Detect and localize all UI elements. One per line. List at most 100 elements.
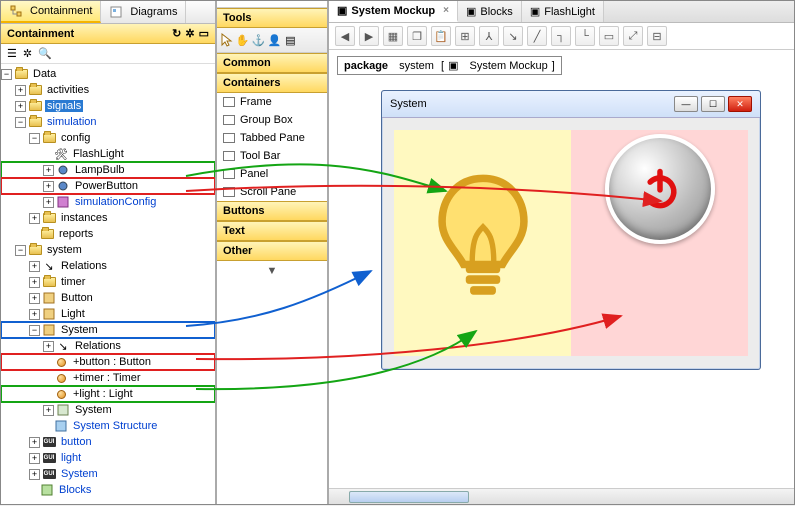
power-button[interactable] [605,134,715,244]
collapse-toggle[interactable]: − [15,117,26,128]
palette-section-common[interactable]: Common [217,53,327,73]
expand-toggle[interactable]: + [29,437,40,448]
palette-item-toolbar[interactable]: Tool Bar [217,147,327,165]
gear-icon[interactable]: ✲ [185,27,194,40]
collapse-toggle[interactable]: − [1,69,12,80]
line1-button[interactable]: ╱ [527,26,547,46]
chevron-down-icon[interactable]: ▼ [217,261,327,281]
tree-node-light[interactable]: +Light [1,306,215,322]
search-icon[interactable]: 🔍 [38,47,52,60]
tree-node-data[interactable]: −Data [1,66,215,82]
rect-button[interactable]: ▭ [599,26,619,46]
tree-node-lampbulb[interactable]: +LampBulb [1,162,215,178]
tree-node-system-block[interactable]: −System [1,322,215,338]
forward-button[interactable]: ▶ [359,26,379,46]
expand-toggle[interactable]: + [43,181,54,192]
editor-tab-blocks[interactable]: ▣ Blocks [458,1,522,22]
expand-toggle[interactable]: + [29,213,40,224]
tree-node-part-light[interactable]: +light : Light [1,386,215,402]
tree-node-activities[interactable]: +activities [1,82,215,98]
expand-toggle[interactable]: + [29,277,40,288]
tree-node-reports[interactable]: reports [1,226,215,242]
tree-node-system-pkg[interactable]: −system [1,242,215,258]
tree-button[interactable]: ⅄ [479,26,499,46]
palette-section-containers[interactable]: Containers [217,73,327,93]
editor-tab-flashlight[interactable]: ▣ FlashLight [522,1,604,22]
hand-icon[interactable]: ✋ [235,30,250,50]
tree-node-instances[interactable]: +instances [1,210,215,226]
window-titlebar[interactable]: System — ☐ ✕ [382,91,760,118]
palette-item-scrollpane[interactable]: Scroll Pane [217,183,327,201]
palette-item-panel[interactable]: Panel [217,165,327,183]
tree-node-blocks-diagram[interactable]: Blocks [1,482,215,498]
collapse-toggle[interactable]: − [15,245,26,256]
paste-button[interactable]: 📋 [431,26,451,46]
tree-node-powerbutton[interactable]: +PowerButton [1,178,215,194]
tree-node-button[interactable]: +Button [1,290,215,306]
tree-node-signals[interactable]: +signals [1,98,215,114]
refresh-icon[interactable]: ↻ [172,27,181,40]
expand-toggle[interactable]: + [43,341,54,352]
button-panel[interactable] [571,130,748,356]
tree-node-gui-light[interactable]: +GUIlight [1,450,215,466]
close-button[interactable]: ✕ [728,96,752,112]
collapse-icon[interactable]: ☰ [7,47,17,60]
expand-toggle[interactable]: + [29,469,40,480]
tree-node-timer[interactable]: +timer [1,274,215,290]
person-icon[interactable]: 👤 [267,30,282,50]
tree-node-part-button[interactable]: +button : Button [1,354,215,370]
palette-item-frame[interactable]: Frame [217,93,327,111]
tree-node-gui-system[interactable]: +GUISystem [1,466,215,482]
copy-button[interactable]: ❐ [407,26,427,46]
expand-toggle[interactable]: + [43,197,54,208]
expand-toggle[interactable]: + [29,293,40,304]
collapse-toggle[interactable]: − [29,325,40,336]
layout-button[interactable]: ⊞ [455,26,475,46]
tree-node-relations[interactable]: +↘Relations [1,258,215,274]
tree-node-relations2[interactable]: +↘Relations [1,338,215,354]
expand-icon[interactable]: ✲ [23,47,32,60]
palette-item-tabbedpane[interactable]: Tabbed Pane [217,129,327,147]
tree-node-flashlight[interactable]: 🛠FlashLight [1,146,215,162]
expand-toggle[interactable]: + [29,309,40,320]
back-button[interactable]: ◀ [335,26,355,46]
expand-toggle[interactable]: + [43,405,54,416]
expand-toggle[interactable]: + [15,101,26,112]
resize-button[interactable]: ⤢ [623,26,643,46]
note-icon[interactable]: ▤ [283,30,298,50]
tree-node-part-timer[interactable]: +timer : Timer [1,370,215,386]
palette-section-buttons[interactable]: Buttons [217,201,327,221]
light-panel[interactable] [394,130,571,356]
palette-section-text[interactable]: Text [217,221,327,241]
expand-toggle[interactable]: + [43,165,54,176]
editor-tab-system-mockup[interactable]: ▣ System Mockup × [329,1,458,22]
cursor-icon[interactable] [219,30,234,50]
palette-item-groupbox[interactable]: Group Box [217,111,327,129]
group-button[interactable]: ⊟ [647,26,667,46]
expand-toggle[interactable]: + [29,453,40,464]
horizontal-scrollbar[interactable] [329,488,794,504]
tree-node-simconfig[interactable]: +simulationConfig [1,194,215,210]
palette-section-tools[interactable]: Tools [217,8,327,28]
mockup-window[interactable]: System — ☐ ✕ [381,90,761,370]
tree-node-gui-button[interactable]: +GUIbutton [1,434,215,450]
tab-containment[interactable]: Containment [1,1,101,23]
tree-node-system-inner[interactable]: +System [1,402,215,418]
diagram-canvas[interactable]: package system [ ▣ System Mockup ] Syste… [329,50,794,488]
pin-icon[interactable]: ▭ [199,27,209,40]
select-all-button[interactable]: ▦ [383,26,403,46]
expand-toggle[interactable]: + [15,85,26,96]
minimize-button[interactable]: — [674,96,698,112]
tree-node-config[interactable]: −config [1,130,215,146]
maximize-button[interactable]: ☐ [701,96,725,112]
line3-button[interactable]: └ [575,26,595,46]
tree-node-system-structure[interactable]: System Structure [1,418,215,434]
close-icon[interactable]: × [443,5,449,16]
palette-section-other[interactable]: Other [217,241,327,261]
anchor-icon[interactable]: ⚓ [251,30,266,50]
connector-button[interactable]: ↘ [503,26,523,46]
line2-button[interactable]: ┐ [551,26,571,46]
expand-toggle[interactable]: + [29,261,40,272]
scrollbar-thumb[interactable] [349,491,469,503]
tab-diagrams[interactable]: Diagrams [101,1,186,23]
